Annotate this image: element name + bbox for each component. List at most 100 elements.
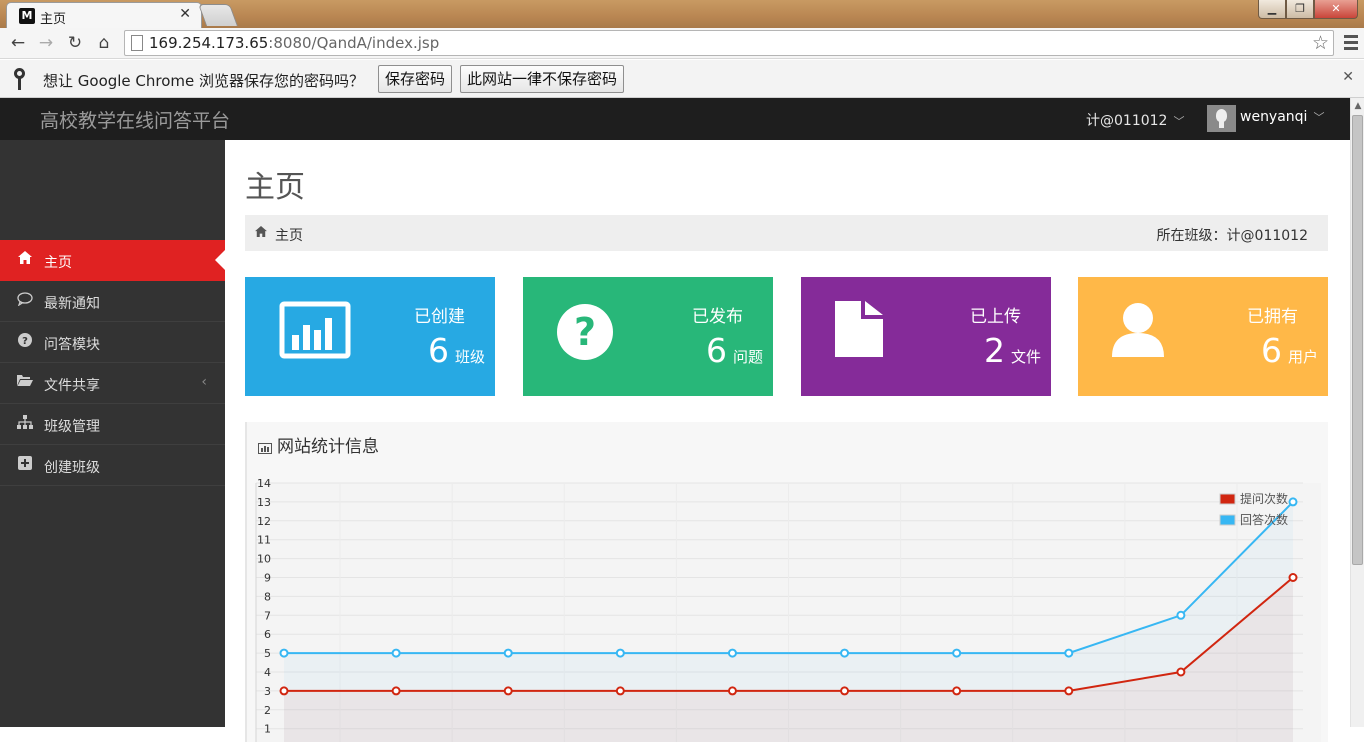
user-dropdown[interactable]: wenyanqi﹀ xyxy=(1240,109,1324,125)
data-point xyxy=(1065,650,1072,657)
chevron-down-icon: ﹀ xyxy=(1173,115,1184,128)
sidebar-item-files[interactable]: 文件共享 ‹ xyxy=(0,363,225,404)
data-point xyxy=(505,650,512,657)
stat-value: 6 用户 xyxy=(1261,331,1318,370)
y-tick-label: 13 xyxy=(257,496,271,509)
infobar-close-icon[interactable]: ✕ xyxy=(1342,69,1354,85)
stat-unit: 班级 xyxy=(455,348,485,366)
y-tick-label: 9 xyxy=(264,572,271,585)
forward-arrow-icon[interactable]: → xyxy=(34,31,58,55)
tab-title: 主页 xyxy=(40,8,66,27)
user-icon xyxy=(1112,301,1186,363)
browser-toolbar: ← → ↻ ⌂ 169.254.173.65:8080/QandA/index.… xyxy=(0,28,1364,59)
data-point xyxy=(841,650,848,657)
stat-label: 已拥有 xyxy=(1247,302,1298,327)
brand-title[interactable]: 高校教学在线问答平台 xyxy=(40,106,230,133)
y-tick-label: 6 xyxy=(264,628,271,641)
maximize-button[interactable]: ❐ xyxy=(1286,0,1314,19)
sidebar-item-label: 最新通知 xyxy=(44,293,100,313)
stat-value: 2 文件 xyxy=(984,331,1041,370)
address-bar[interactable]: 169.254.173.65:8080/QandA/index.jsp ☆ xyxy=(124,30,1334,56)
never-save-button[interactable]: 此网站一律不保存密码 xyxy=(460,65,624,93)
y-tick-label: 4 xyxy=(264,666,271,679)
data-point xyxy=(505,687,512,694)
home-icon[interactable] xyxy=(255,226,267,241)
comment-icon xyxy=(17,292,33,308)
stat-tile-users[interactable]: 已拥有 6 用户 xyxy=(1078,277,1328,396)
tab-favicon-icon: M xyxy=(19,8,35,24)
file-icon xyxy=(835,301,909,363)
stats-panel: 网站统计信息 1234567891011121314提问次数回答次数 xyxy=(245,422,1328,742)
sidebar-item-create-class[interactable]: 创建班级 xyxy=(0,445,225,486)
data-point xyxy=(1290,574,1297,581)
stat-label: 已发布 xyxy=(692,302,743,327)
sidebar-item-home[interactable]: 主页 xyxy=(0,240,225,281)
breadcrumb-home-link[interactable]: 主页 xyxy=(275,225,303,245)
sidebar-item-label: 创建班级 xyxy=(44,457,100,477)
close-window-button[interactable]: ✕ xyxy=(1314,0,1358,19)
y-tick-label: 11 xyxy=(257,534,271,547)
sidebar-item-label: 文件共享 xyxy=(44,375,100,395)
stat-unit: 文件 xyxy=(1011,348,1041,366)
sidebar-item-class-manage[interactable]: 班级管理 xyxy=(0,404,225,445)
plus-square-icon xyxy=(17,456,33,472)
stat-value: 6问题 xyxy=(706,331,763,370)
data-point xyxy=(729,687,736,694)
stat-unit: 问题 xyxy=(733,348,763,366)
chrome-menu-icon[interactable] xyxy=(1344,35,1358,53)
data-point xyxy=(617,687,624,694)
page-scrollbar[interactable]: ▲ xyxy=(1350,98,1364,727)
scroll-up-icon[interactable]: ▲ xyxy=(1351,98,1364,114)
new-tab-button[interactable] xyxy=(198,4,238,26)
back-arrow-icon[interactable]: ← xyxy=(6,31,30,55)
password-infobar: 想让 Google Chrome 浏览器保存您的密码吗？ 保存密码 此网站一律不… xyxy=(0,60,1364,98)
y-tick-label: 7 xyxy=(264,609,271,622)
scroll-thumb[interactable] xyxy=(1352,115,1363,565)
stat-label: 已上传 xyxy=(970,302,1021,327)
data-point xyxy=(393,650,400,657)
sidebar-item-qa[interactable]: ? 问答模块 xyxy=(0,322,225,363)
save-password-button[interactable]: 保存密码 xyxy=(378,65,452,93)
data-point xyxy=(1065,687,1072,694)
chevron-left-icon: ‹ xyxy=(201,374,207,390)
stat-unit: 用户 xyxy=(1288,348,1318,366)
home-icon[interactable]: ⌂ xyxy=(92,31,116,55)
class-dropdown[interactable]: 计@011012﹀ xyxy=(1086,110,1184,130)
y-tick-label: 12 xyxy=(257,515,271,528)
data-point xyxy=(617,650,624,657)
stat-value: 6班级 xyxy=(428,331,485,370)
data-point xyxy=(1290,498,1297,505)
question-circle-icon: ? xyxy=(557,301,631,363)
sidebar-item-label: 问答模块 xyxy=(44,334,100,354)
stat-tile-questions[interactable]: ? 已发布 6问题 xyxy=(523,277,773,396)
page-icon xyxy=(131,35,143,51)
sitemap-icon xyxy=(17,415,33,431)
minimize-button[interactable]: ▁ xyxy=(1258,0,1286,19)
home-icon xyxy=(17,251,33,267)
stat-tile-classes[interactable]: 已创建 6班级 xyxy=(245,277,495,396)
avatar[interactable] xyxy=(1207,105,1236,132)
bar-chart-icon xyxy=(279,301,353,363)
data-point xyxy=(1177,669,1184,676)
app-header: 高校教学在线问答平台 计@011012﹀ wenyanqi﹀ xyxy=(0,98,1350,140)
infobar-message: 想让 Google Chrome 浏览器保存您的密码吗？ xyxy=(43,70,364,91)
reload-icon[interactable]: ↻ xyxy=(63,31,87,55)
legend-swatch xyxy=(1220,494,1235,504)
stat-number: 2 xyxy=(984,331,1005,370)
bookmark-star-icon[interactable]: ☆ xyxy=(1312,31,1329,55)
stat-number: 6 xyxy=(1261,331,1282,370)
stat-tile-files[interactable]: 已上传 2 文件 xyxy=(801,277,1051,396)
legend-label: 回答次数 xyxy=(1240,512,1288,527)
chevron-down-icon: ﹀ xyxy=(1313,111,1324,124)
tab-close-icon[interactable]: ✕ xyxy=(179,6,191,22)
data-point xyxy=(841,687,848,694)
browser-tab-active[interactable]: M 主页 ✕ xyxy=(6,2,202,28)
data-point xyxy=(953,687,960,694)
y-tick-label: 14 xyxy=(257,477,271,490)
folder-open-icon xyxy=(17,374,33,390)
sidebar-item-notices[interactable]: 最新通知 xyxy=(0,281,225,322)
url-text[interactable]: 169.254.173.65:8080/QandA/index.jsp xyxy=(149,34,439,52)
key-icon xyxy=(12,68,28,90)
main-content: 主页 主页 所在班级：计@011012 已创建 6班级 ? 已发布 6问题 已上… xyxy=(225,140,1350,727)
y-tick-label: 1 xyxy=(264,723,271,736)
